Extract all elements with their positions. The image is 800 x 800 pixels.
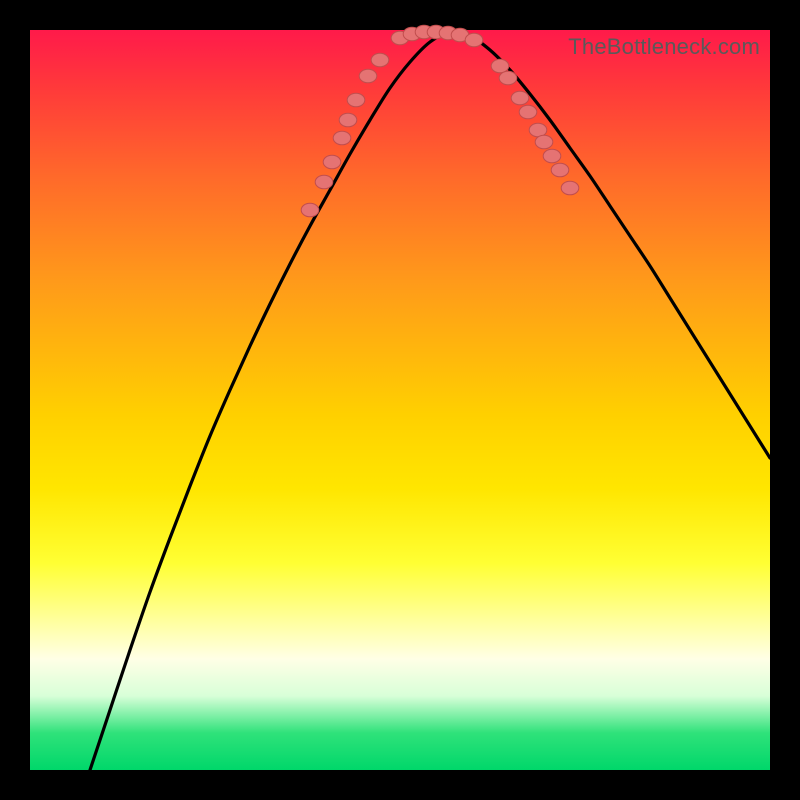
curve-markers — [301, 25, 579, 217]
curve-marker — [511, 91, 529, 105]
curve-marker — [543, 149, 561, 163]
curve-marker — [301, 203, 319, 217]
curve-marker — [561, 181, 579, 195]
curve-marker — [465, 33, 483, 47]
curve-marker — [315, 175, 333, 189]
chart-plot-area: TheBottleneck.com — [30, 30, 770, 770]
chart-frame: TheBottleneck.com — [0, 0, 800, 800]
curve-marker — [333, 131, 351, 145]
bottleneck-curve — [90, 32, 770, 770]
curve-marker — [371, 53, 389, 67]
curve-marker — [323, 155, 341, 169]
curve-marker — [347, 93, 365, 107]
curve-marker — [551, 163, 569, 177]
chart-svg — [30, 30, 770, 770]
curve-marker — [499, 71, 517, 85]
curve-marker — [535, 135, 553, 149]
curve-marker — [339, 113, 357, 127]
curve-marker — [519, 105, 537, 119]
curve-marker — [491, 59, 509, 73]
curve-marker — [359, 69, 377, 83]
